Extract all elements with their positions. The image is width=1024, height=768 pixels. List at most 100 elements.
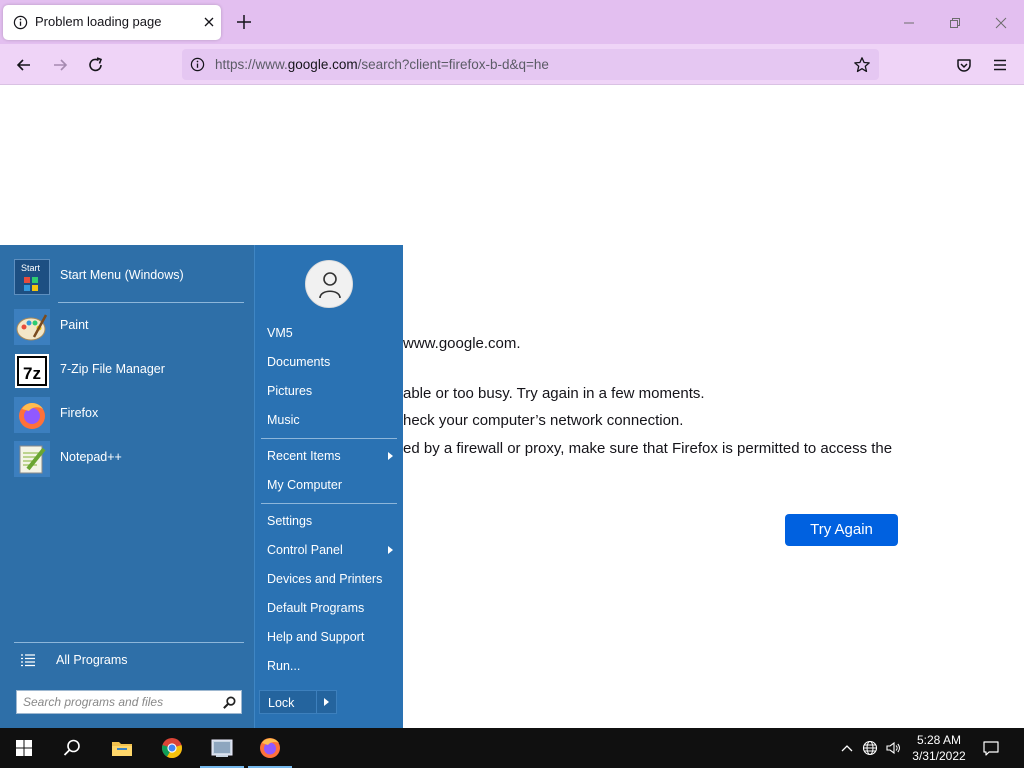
- clock-date: 3/31/2022: [912, 749, 966, 763]
- pinned-label: Notepad++: [60, 450, 122, 464]
- all-programs-separator: [14, 642, 244, 643]
- places-label: Music: [267, 413, 300, 427]
- url-prefix: https://www.: [215, 57, 288, 72]
- user-avatar[interactable]: [305, 260, 353, 308]
- places-item-run[interactable]: Run...: [263, 654, 397, 678]
- places-separator: [261, 503, 397, 504]
- chrome-icon: [162, 738, 182, 759]
- url-path: /search?client=firefox-b-d&q=he: [357, 57, 549, 72]
- url-host: google.com: [287, 57, 358, 72]
- start-menu-places-pane: VM5 Documents Pictures Music Recent Item…: [254, 245, 403, 728]
- taskbar-start-menu-app[interactable]: [198, 728, 246, 768]
- places-label: Devices and Printers: [267, 572, 383, 586]
- places-label: My Computer: [267, 478, 343, 492]
- svg-text:7z: 7z: [23, 364, 41, 383]
- windows-start-button[interactable]: [0, 728, 48, 768]
- places-item-my-computer[interactable]: My Computer: [263, 473, 397, 497]
- minimize-icon[interactable]: [898, 12, 920, 34]
- 7zip-icon: 7z: [15, 354, 49, 388]
- pocket-icon[interactable]: [954, 55, 974, 75]
- search-icon[interactable]: [222, 695, 237, 710]
- restore-icon[interactable]: [944, 12, 966, 34]
- bookmark-star-icon[interactable]: [853, 56, 871, 74]
- all-programs-label: All Programs: [56, 653, 128, 667]
- tab-strip: Problem loading page: [0, 0, 1024, 44]
- list-icon: [21, 654, 35, 667]
- taskbar-file-explorer[interactable]: [98, 728, 146, 768]
- places-label: Control Panel: [267, 543, 343, 557]
- start-menu-programs-pane: Start Start Menu (Windows) Paint 7z 7-Zi…: [0, 245, 254, 728]
- windows-start-icon: [16, 740, 32, 756]
- places-item-documents[interactable]: Documents: [263, 350, 397, 374]
- start-search-input[interactable]: [23, 694, 213, 710]
- clock-time: 5:28 AM: [916, 733, 962, 747]
- start-menu-app-icon: [211, 739, 233, 757]
- places-item-pictures[interactable]: Pictures: [263, 379, 397, 403]
- pinned-label: Start Menu (Windows): [60, 268, 184, 282]
- firefox-icon: [14, 397, 50, 433]
- action-center-icon[interactable]: [982, 739, 1000, 757]
- paint-icon: [14, 309, 50, 345]
- close-tab-icon[interactable]: [201, 14, 217, 30]
- places-label: Settings: [267, 514, 313, 528]
- places-item-vm5[interactable]: VM5: [263, 321, 397, 345]
- places-item-music[interactable]: Music: [263, 408, 397, 432]
- places-item-default-programs[interactable]: Default Programs: [263, 596, 397, 620]
- show-hidden-icons-icon[interactable]: [839, 740, 855, 756]
- error-suggestion-2: heck your computer’s network connection.: [403, 412, 684, 429]
- error-suggestion-1: able or too busy. Try again in a few mom…: [403, 385, 705, 402]
- pinned-label: 7-Zip File Manager: [60, 362, 165, 376]
- lock-options-arrow-icon[interactable]: [316, 691, 337, 713]
- start-search-box[interactable]: [16, 690, 242, 714]
- places-item-devices-printers[interactable]: Devices and Printers: [263, 567, 397, 591]
- places-label: Default Programs: [267, 601, 365, 615]
- taskbar-search-button[interactable]: [48, 728, 96, 768]
- taskbar-chrome[interactable]: [148, 728, 196, 768]
- lock-button[interactable]: Lock: [259, 690, 337, 714]
- pinned-separator: [58, 302, 244, 303]
- places-label: Documents: [267, 355, 331, 369]
- all-programs-button[interactable]: All Programs: [18, 649, 238, 671]
- close-window-icon[interactable]: [990, 12, 1012, 34]
- hamburger-menu-icon[interactable]: [990, 55, 1010, 75]
- pinned-start-menu-windows[interactable]: Start Start Menu (Windows): [14, 257, 246, 297]
- places-label: Help and Support: [267, 630, 365, 644]
- network-globe-icon[interactable]: [862, 740, 878, 756]
- navigation-toolbar: https://www.google.com/search?client=fir…: [0, 44, 1024, 85]
- firefox-icon: [260, 738, 280, 758]
- error-site-text: www.google.com.: [403, 335, 521, 352]
- search-icon: [63, 739, 80, 756]
- user-icon: [319, 272, 341, 299]
- places-label: Pictures: [267, 384, 313, 398]
- places-label: Run...: [267, 659, 301, 673]
- pinned-notepadpp[interactable]: Notepad++: [14, 439, 246, 479]
- file-explorer-icon: [112, 742, 132, 756]
- places-separator: [261, 438, 397, 439]
- lock-label: Lock: [268, 696, 295, 710]
- places-item-recent-items[interactable]: Recent Items: [263, 444, 397, 468]
- reload-icon[interactable]: [86, 55, 106, 75]
- site-info-icon[interactable]: [190, 57, 205, 72]
- pinned-firefox[interactable]: Firefox: [14, 395, 246, 435]
- places-item-control-panel[interactable]: Control Panel: [263, 538, 397, 562]
- url-bar[interactable]: https://www.google.com/search?client=fir…: [182, 49, 879, 80]
- try-again-button[interactable]: Try Again: [785, 514, 898, 546]
- start-menu-app-icon: Start: [14, 259, 50, 295]
- start-menu: Start Start Menu (Windows) Paint 7z 7-Zi…: [0, 245, 403, 728]
- pinned-paint[interactable]: Paint: [14, 307, 246, 347]
- volume-icon[interactable]: [885, 740, 901, 756]
- pinned-7zip[interactable]: 7z 7-Zip File Manager: [14, 351, 246, 391]
- back-icon[interactable]: [14, 55, 34, 75]
- places-item-settings[interactable]: Settings: [263, 509, 397, 533]
- places-item-help-support[interactable]: Help and Support: [263, 625, 397, 649]
- info-icon: [13, 15, 28, 30]
- new-tab-icon[interactable]: [234, 12, 254, 32]
- start-menu-app-icon-text: Start: [21, 263, 41, 273]
- taskbar-clock[interactable]: 5:28 AM 3/31/2022: [908, 732, 970, 764]
- tab-problem-loading[interactable]: Problem loading page: [3, 5, 221, 40]
- submenu-arrow-icon: [388, 546, 393, 554]
- submenu-arrow-icon: [388, 452, 393, 460]
- taskbar-firefox[interactable]: [246, 728, 294, 768]
- url-text[interactable]: https://www.google.com/search?client=fir…: [215, 57, 549, 72]
- forward-icon[interactable]: [50, 55, 70, 75]
